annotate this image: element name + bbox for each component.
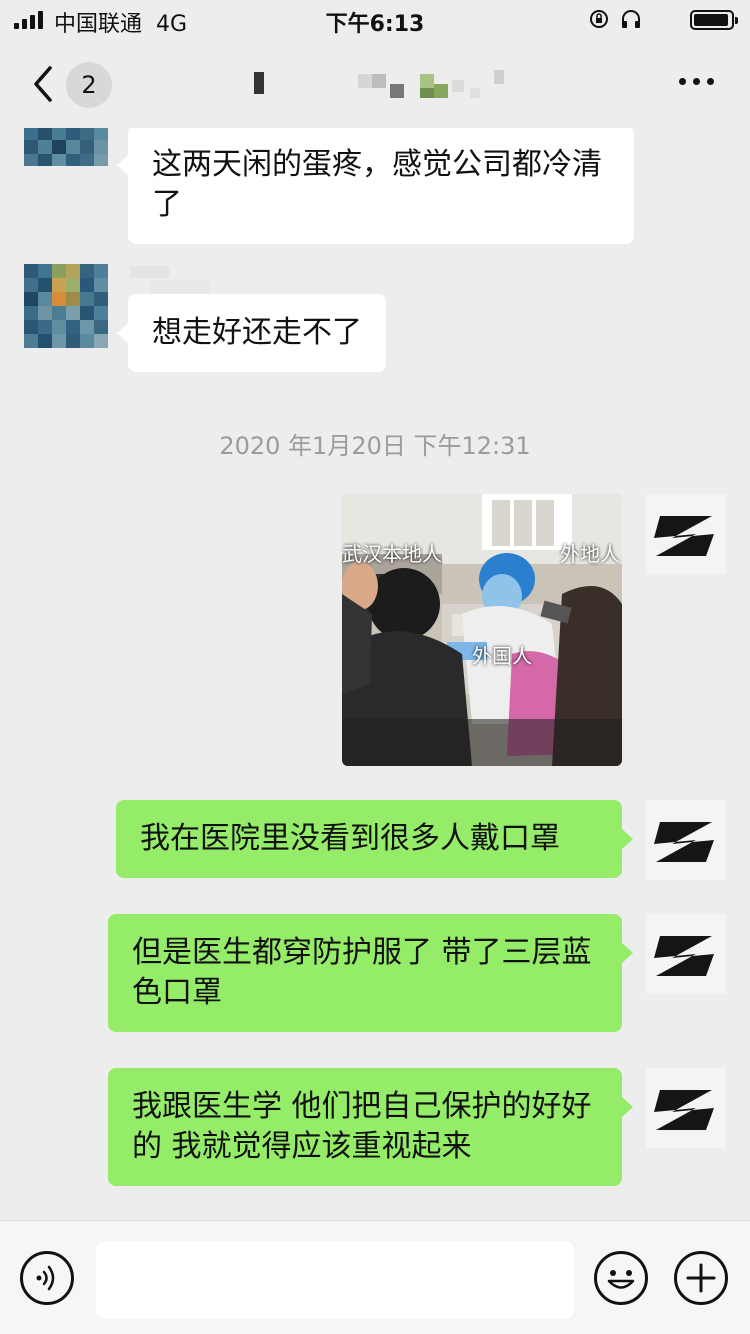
headphones-icon (622, 10, 640, 28)
plus-icon (686, 1263, 716, 1293)
avatar-image (646, 914, 726, 994)
unread-count-badge: 2 (66, 62, 112, 108)
status-bar: 中国联通 4G 下午6:13 (0, 0, 750, 40)
input-toolbar (0, 1220, 750, 1334)
avatar-image (646, 494, 726, 574)
my-avatar[interactable] (646, 1068, 726, 1148)
contact-avatar[interactable] (24, 128, 108, 166)
sent-message-bubble[interactable]: 我在医院里没看到很多人戴口罩 (116, 800, 633, 878)
received-message-bubble[interactable]: 这两天闲的蛋疼，感觉公司都冷清了 (117, 128, 634, 244)
sent-message-bubble[interactable]: 我跟医生学 他们把自己保护的好好的 我就觉得应该重视起来 (108, 1068, 633, 1186)
rotation-lock-icon (590, 10, 608, 28)
received-message-bubble[interactable]: 想走好还走不了 (117, 294, 386, 372)
back-chevron-icon (34, 66, 52, 102)
message-text: 这两天闲的蛋疼，感觉公司都冷清了 (152, 147, 602, 222)
more-functions-button[interactable] (674, 1251, 728, 1305)
message-text: 想走好还走不了 (152, 315, 362, 350)
message-text: 但是医生都穿防护服了 带了三层蓝色口罩 (132, 935, 592, 1010)
message-text: 我跟医生学 他们把自己保护的好好的 我就觉得应该重视起来 (132, 1089, 592, 1164)
back-button[interactable] (28, 62, 58, 106)
my-avatar[interactable] (646, 914, 726, 994)
message-text: 我在医院里没看到很多人戴口罩 (140, 821, 560, 856)
more-icon (679, 78, 686, 85)
emoji-icon (607, 1270, 635, 1289)
battery-icon (690, 10, 738, 30)
contact-avatar[interactable] (24, 264, 108, 348)
sender-name-redacted (150, 280, 210, 294)
my-avatar[interactable] (646, 494, 726, 574)
message-timestamp: 2020 年1月20日 下午12:31 (219, 432, 531, 460)
photo-label-outsider: 外地人 (560, 542, 620, 566)
sent-message-bubble[interactable]: 但是医生都穿防护服了 带了三层蓝色口罩 (108, 914, 633, 1032)
sender-name-redacted (130, 266, 170, 278)
avatar-image (646, 1068, 726, 1148)
more-options-button[interactable] (679, 78, 714, 85)
chat-message-list[interactable]: 这两天闲的蛋疼，感觉公司都冷清了 想走好还走不了 2020 年1月20日 下午1… (0, 128, 750, 1220)
status-icons (588, 8, 642, 30)
chat-title-redacted (240, 70, 520, 100)
photo-label-foreigner: 外国人 (472, 644, 532, 668)
photo-content (342, 494, 622, 766)
avatar-image (646, 800, 726, 880)
emoji-button[interactable] (594, 1251, 648, 1305)
voice-input-button[interactable] (20, 1251, 74, 1305)
my-avatar[interactable] (646, 800, 726, 880)
image-message[interactable]: 武汉本地人 外地人 外国人 (342, 494, 622, 766)
photo-label-local: 武汉本地人 (342, 542, 442, 566)
navigation-bar: 2 (0, 40, 750, 128)
message-input[interactable] (96, 1241, 574, 1319)
voice-icon (36, 1265, 55, 1291)
